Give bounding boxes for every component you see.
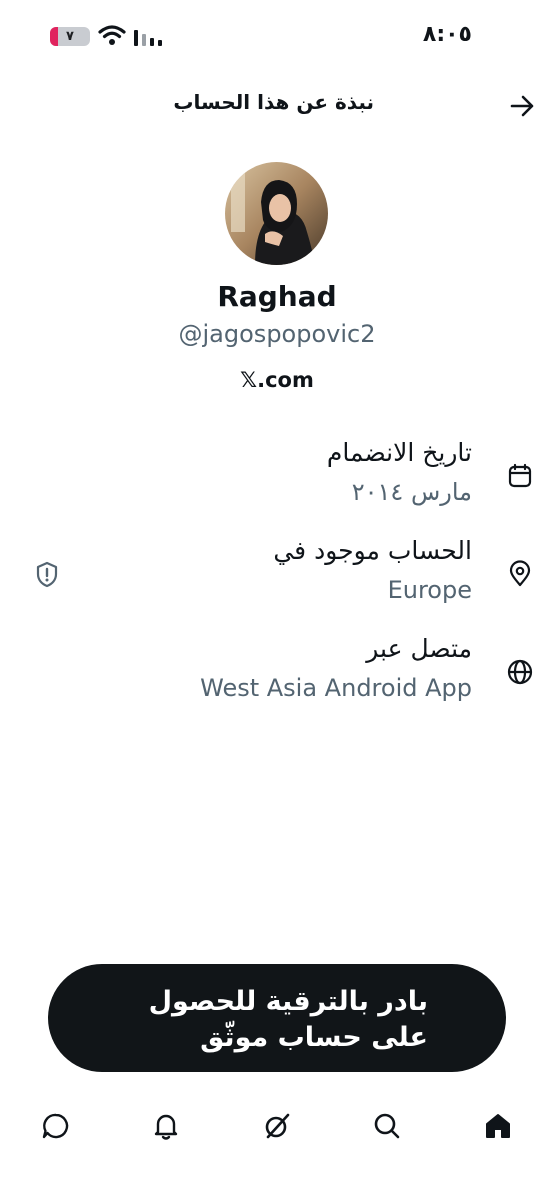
- notifications-icon: [154, 1114, 178, 1140]
- status-bar: ٧ ٨:٠٥: [0, 0, 554, 76]
- profile-handle: @jagospopovic2: [178, 320, 376, 348]
- status-time: ٨:٠٥: [422, 22, 472, 47]
- info-value: مارس ٢٠١٤: [351, 478, 472, 506]
- info-label: الحساب موجود في: [273, 536, 472, 565]
- wifi-icon: [98, 25, 126, 45]
- profile-name: Raghad: [217, 280, 337, 313]
- profile-site[interactable]: 𝕏.com: [0, 368, 554, 392]
- info-label: تاريخ الانضمام: [326, 438, 472, 467]
- bottom-nav: [0, 1090, 554, 1160]
- info-value: West Asia Android App: [200, 674, 472, 702]
- account-location-row: الحساب موجود في Europe: [0, 536, 554, 618]
- calendar-icon: [508, 463, 532, 488]
- battery-icon: ٧: [50, 27, 90, 46]
- search-icon: [374, 1113, 400, 1139]
- globe-icon: [507, 659, 533, 685]
- page-title: نبذة عن هذا الحساب: [173, 90, 374, 114]
- avatar: [225, 162, 328, 265]
- info-value: Europe: [387, 576, 472, 604]
- back-arrow-icon[interactable]: [506, 90, 538, 122]
- location-pin-icon: [509, 560, 531, 587]
- nav-home[interactable]: [478, 1106, 518, 1146]
- signal-icon: [134, 30, 162, 46]
- nav-notifications[interactable]: [146, 1106, 186, 1146]
- home-icon: [486, 1114, 510, 1138]
- connected-via-row: متصل عبر West Asia Android App: [0, 634, 554, 716]
- nav-search[interactable]: [367, 1106, 407, 1146]
- messages-icon: [42, 1113, 69, 1139]
- battery-level: ٧: [66, 29, 74, 44]
- joined-date-row: تاريخ الانضمام مارس ٢٠١٤: [0, 438, 554, 520]
- header: نبذة عن هذا الحساب: [0, 80, 554, 132]
- grok-icon: [265, 1113, 290, 1139]
- info-label: متصل عبر: [366, 634, 472, 663]
- upgrade-button-label: بادر بالترقية للحصول على حساب موثّق: [148, 986, 428, 1053]
- upgrade-verified-button[interactable]: بادر بالترقية للحصول على حساب موثّق: [48, 964, 506, 1072]
- shield-icon[interactable]: [34, 560, 60, 588]
- nav-grok[interactable]: [257, 1106, 297, 1146]
- nav-messages[interactable]: [36, 1106, 76, 1146]
